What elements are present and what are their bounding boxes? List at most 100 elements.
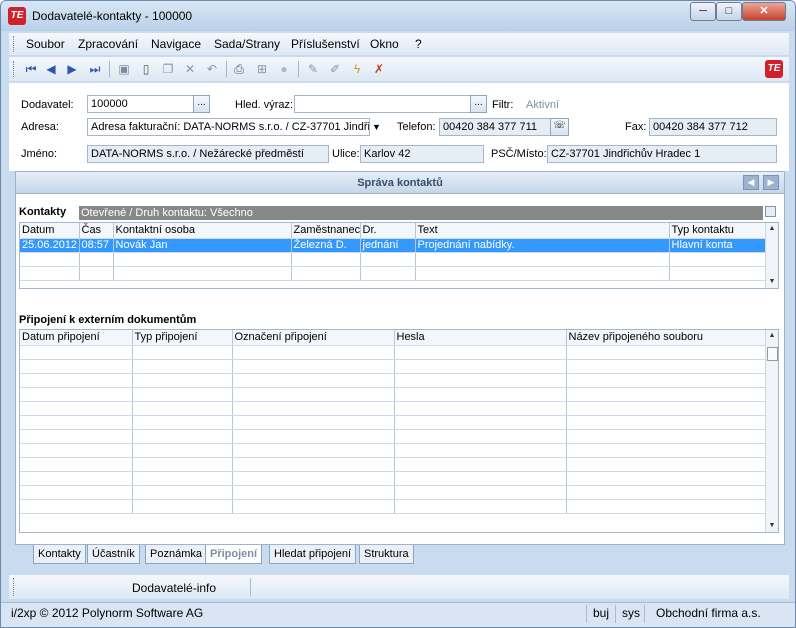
col-datum-pripojeni[interactable]: Datum připojení <box>20 330 133 346</box>
table-row[interactable] <box>20 266 766 281</box>
table-row[interactable] <box>20 387 766 402</box>
table-row[interactable] <box>20 471 766 486</box>
panel-next-button[interactable]: ▶ <box>763 175 779 190</box>
menu-navigace[interactable]: Navigace <box>151 37 201 51</box>
tab-ucastnik[interactable]: Účastník <box>87 545 140 564</box>
infobar-grip[interactable] <box>13 578 15 596</box>
table-row[interactable] <box>20 443 766 458</box>
tree-icon[interactable]: ⊞ <box>254 61 270 77</box>
edit-clear-icon[interactable]: ✐ <box>327 61 343 77</box>
copy-icon[interactable]: ❐ <box>160 61 176 77</box>
minimize-button[interactable]: ─ <box>690 2 716 21</box>
tab-hledat-pripojeni[interactable]: Hledat připojení <box>269 545 357 564</box>
table-row[interactable] <box>20 345 766 360</box>
col-hesla[interactable]: Hesla <box>394 330 567 346</box>
print-icon[interactable]: ⎙ <box>231 61 247 77</box>
menu-help[interactable]: ? <box>415 37 422 51</box>
scroll-thumb[interactable] <box>767 347 778 361</box>
title-bar[interactable]: TE Dodavatelé-kontakty - 100000 ─ □ ✕ <box>1 1 795 31</box>
dodavatel-field[interactable]: 100000 <box>87 95 194 113</box>
filter-icon[interactable]: ϟ <box>349 61 365 77</box>
col-druh[interactable]: Dr. <box>360 223 416 239</box>
cell-typ-kontaktu[interactable]: Hlavní konta <box>669 238 766 253</box>
cell-text[interactable]: Projednání nabídky. <box>415 238 670 253</box>
table-row[interactable] <box>20 415 766 430</box>
jmeno-field[interactable]: DATA-NORMS s.r.o. / Nežárecké předměstí <box>87 145 329 163</box>
table-row[interactable] <box>20 499 766 514</box>
contacts-panel: Správa kontaktů ◀ ▶ Kontakty Otevřené / … <box>15 171 785 545</box>
col-cas[interactable]: Čas <box>79 223 114 239</box>
table-row[interactable] <box>20 252 766 267</box>
panel-prev-button[interactable]: ◀ <box>743 175 759 190</box>
menu-bar: Soubor Zpracování Navigace Sada/Strany P… <box>9 33 789 55</box>
contacts-filter-bar[interactable]: Otevřené / Druh kontaktu: Všechno <box>79 206 763 220</box>
menu-grip[interactable] <box>13 36 15 52</box>
table-row[interactable] <box>20 457 766 472</box>
cell-zamestnanec[interactable]: Železná D. <box>291 238 361 253</box>
telefon-field[interactable]: 00420 384 377 711 <box>439 118 551 136</box>
phone-dial-icon[interactable]: ☏ <box>550 118 569 136</box>
attachments-scrollbar[interactable]: ▲ ▼ <box>765 330 778 532</box>
table-row[interactable] <box>20 485 766 500</box>
col-datum[interactable]: Datum <box>20 223 80 239</box>
col-zamestnanec[interactable]: Zaměstnanec <box>291 223 361 239</box>
col-kontaktni-osoba[interactable]: Kontaktní osoba <box>113 223 292 239</box>
delete-icon[interactable]: ✕ <box>182 61 198 77</box>
attachments-header-row: Datum připojení Typ připojení Označení p… <box>20 330 766 346</box>
search-lookup-button[interactable]: ... <box>470 95 487 113</box>
table-row[interactable] <box>20 359 766 374</box>
chevron-down-icon[interactable]: ▼ <box>372 122 381 132</box>
menu-sada-strany[interactable]: Sada/Strany <box>214 37 280 51</box>
ulice-field[interactable]: Karlov 42 <box>360 145 484 163</box>
menu-prislusenstvi[interactable]: Příslušenství <box>291 37 360 51</box>
info-dodavatele-button[interactable]: Dodavatelé-info <box>132 581 216 595</box>
tab-struktura[interactable]: Struktura <box>359 545 414 564</box>
col-typ-kontaktu[interactable]: Typ kontaktu <box>669 223 766 239</box>
telefon-label: Telefon: <box>397 121 436 133</box>
col-text[interactable]: Text <box>415 223 670 239</box>
filtr-value[interactable]: Aktivní <box>526 99 559 111</box>
prev-record-icon[interactable]: ◀ <box>43 61 59 77</box>
col-nazev-souboru[interactable]: Název připojeného souboru <box>566 330 766 346</box>
scroll-up-icon[interactable]: ▲ <box>766 330 778 342</box>
adresa-select[interactable]: Adresa fakturační: DATA-NORMS s.r.o. / C… <box>87 118 370 136</box>
cell-kontaktni-osoba[interactable]: Novák Jan <box>113 238 292 253</box>
save-icon[interactable]: ▣ <box>116 61 132 77</box>
edit-icon[interactable]: ✎ <box>305 61 321 77</box>
grid-settings-icon[interactable] <box>765 206 776 217</box>
scroll-down-icon[interactable]: ▼ <box>766 276 778 288</box>
scroll-down-icon[interactable]: ▼ <box>766 520 778 532</box>
last-record-icon[interactable]: ⏭ <box>87 61 103 77</box>
table-row[interactable] <box>20 401 766 416</box>
col-typ-pripojeni[interactable]: Typ připojení <box>132 330 233 346</box>
contacts-scrollbar[interactable]: ▲ ▼ <box>765 223 778 288</box>
close-button[interactable]: ✕ <box>742 2 786 21</box>
toolbar-separator <box>226 61 227 77</box>
tab-kontakty[interactable]: Kontakty <box>33 545 86 564</box>
menu-okno[interactable]: Okno <box>370 37 399 51</box>
col-oznaceni-pripojeni[interactable]: Označení připojení <box>232 330 395 346</box>
cell-druh[interactable]: jednání <box>360 238 416 253</box>
cell-cas[interactable]: 08:57 <box>79 238 114 253</box>
next-record-icon[interactable]: ▶ <box>64 61 80 77</box>
table-row[interactable] <box>20 373 766 388</box>
stop-icon[interactable]: ● <box>276 61 292 77</box>
table-row[interactable] <box>20 429 766 444</box>
undo-icon[interactable]: ↶ <box>204 61 220 77</box>
tab-pripojeni[interactable]: Připojení <box>205 545 263 564</box>
fax-field[interactable]: 00420 384 377 712 <box>649 118 777 136</box>
search-input[interactable] <box>294 95 471 113</box>
first-record-icon[interactable]: ⏮ <box>23 61 39 77</box>
filter-off-icon[interactable]: ✗ <box>371 61 387 77</box>
table-row[interactable]: 25.06.2012 08:57 Novák Jan Železná D. je… <box>20 238 766 253</box>
toolbar-grip[interactable] <box>13 61 15 77</box>
maximize-button[interactable]: □ <box>716 2 742 21</box>
menu-zpracovani[interactable]: Zpracování <box>78 37 138 51</box>
scroll-up-icon[interactable]: ▲ <box>766 223 778 235</box>
psc-field[interactable]: CZ-37701 Jindřichův Hradec 1 <box>547 145 777 163</box>
dodavatel-lookup-button[interactable]: ... <box>193 95 210 113</box>
new-icon[interactable]: ▯ <box>138 61 154 77</box>
cell-datum[interactable]: 25.06.2012 <box>20 238 80 253</box>
menu-soubor[interactable]: Soubor <box>26 37 65 51</box>
tab-poznamka[interactable]: Poznámka <box>145 545 207 564</box>
